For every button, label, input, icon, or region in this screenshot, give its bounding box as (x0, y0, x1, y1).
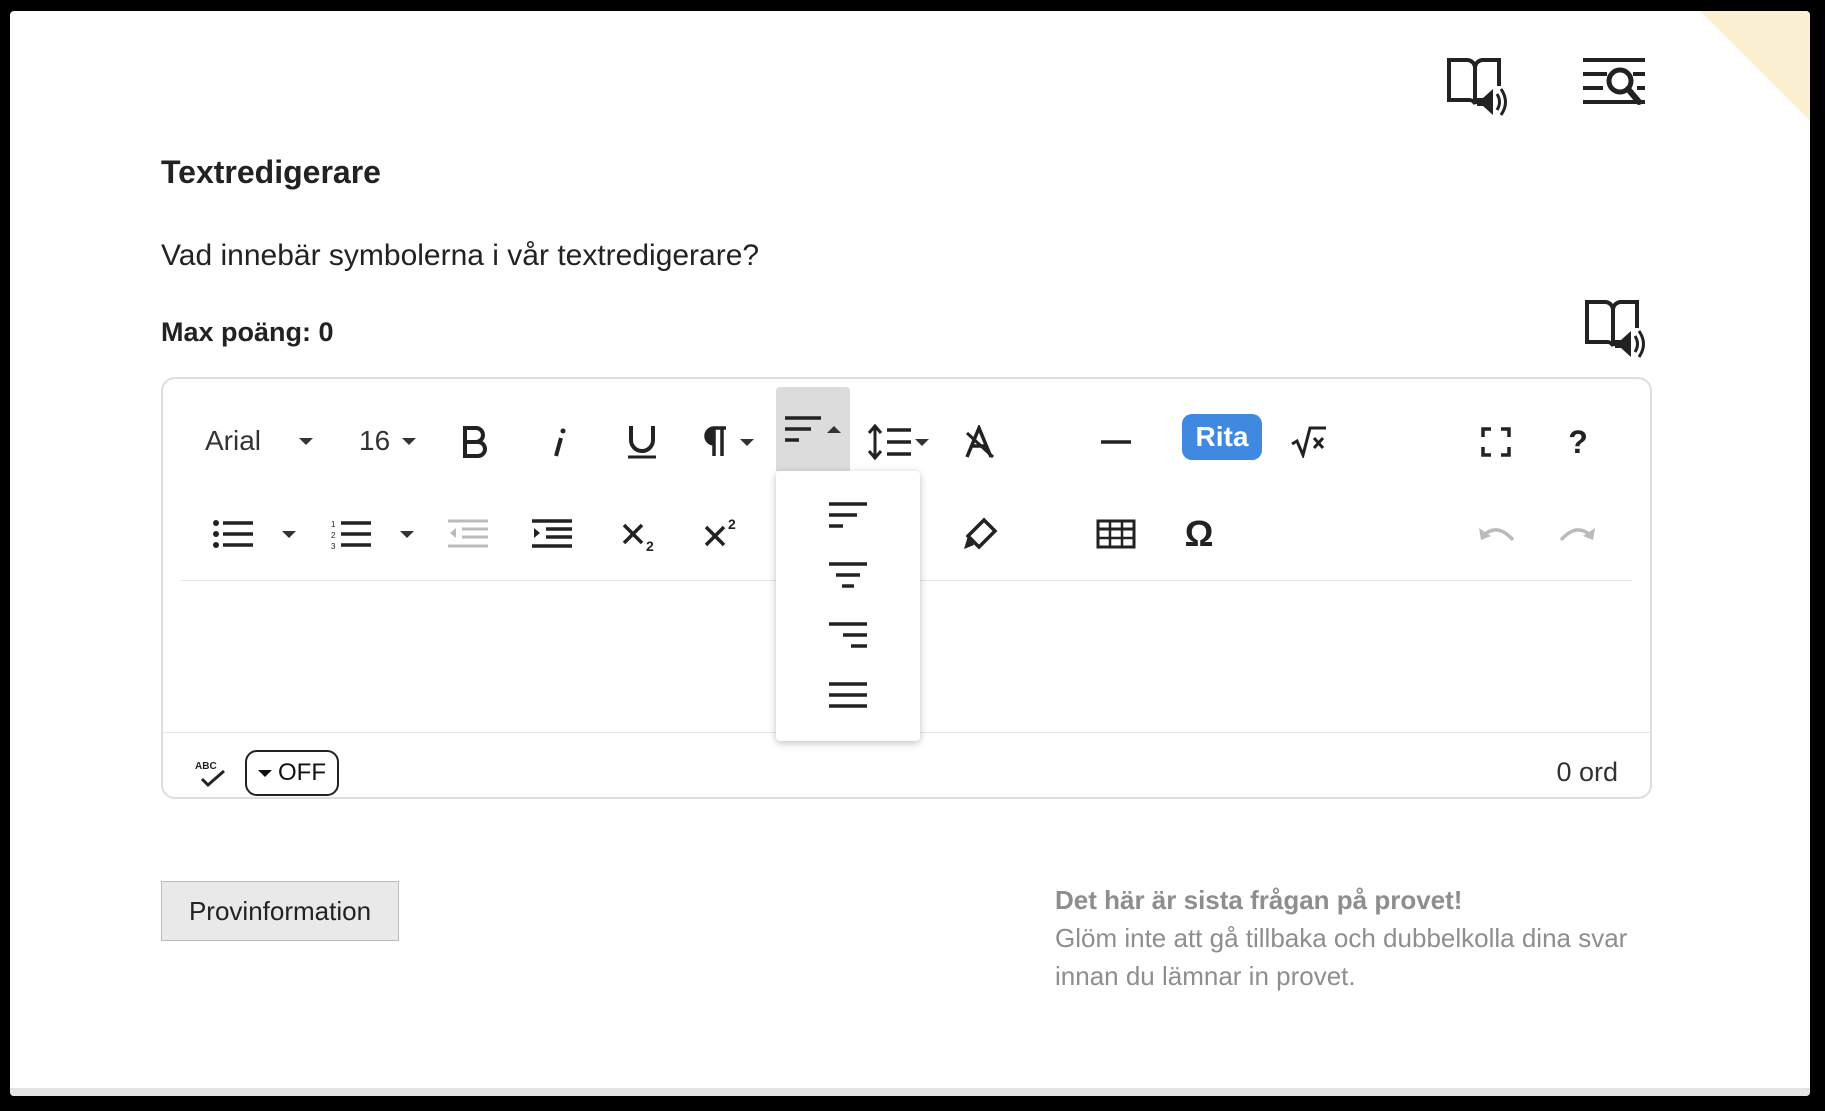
question-title: Textredigerare (161, 154, 381, 190)
text-editor: Arial 16 Rita ? 1 2 3 2 2 Ω ABC OFF 0 or… (161, 377, 1652, 799)
undo-icon (1479, 528, 1515, 542)
subscript-button[interactable]: 2 (613, 507, 667, 561)
exam-info-button[interactable]: Provinformation (161, 881, 399, 941)
font-size-select[interactable]: 16 (359, 415, 429, 467)
svg-text:ABC: ABC (195, 761, 217, 772)
italic-icon (554, 428, 566, 457)
numbered-list-options[interactable] (393, 507, 421, 561)
indent-icon (532, 519, 572, 548)
chevron-down-icon (299, 437, 314, 445)
clear-formatting-button[interactable] (953, 415, 1007, 469)
line-height-button[interactable] (863, 415, 933, 469)
special-characters-button[interactable]: Ω (1172, 507, 1226, 561)
listen-page-button[interactable] (1440, 51, 1512, 123)
outdent-button[interactable] (441, 507, 495, 561)
svg-text:1: 1 (331, 520, 336, 529)
math-formula-button[interactable] (1282, 415, 1336, 469)
chevron-down-icon (915, 438, 929, 446)
horizontal-line-icon (1101, 440, 1131, 444)
bold-button[interactable] (448, 415, 502, 469)
listen-question-button[interactable] (1578, 293, 1650, 365)
numbered-list-button[interactable]: 1 2 3 (319, 507, 383, 561)
font-size-value: 16 (359, 425, 391, 456)
text-search-icon (1583, 58, 1645, 105)
page-bottom-edge (10, 1088, 1810, 1096)
superscript-button[interactable]: 2 (695, 507, 749, 561)
bullet-list-options[interactable] (275, 507, 303, 561)
align-center-option[interactable] (776, 547, 920, 603)
rita-button[interactable]: Rita (1182, 414, 1262, 460)
chevron-down-icon (402, 437, 417, 445)
spellcheck-state: OFF (278, 759, 326, 786)
last-question-note: Det här är sista frågan på provet! Glöm … (1055, 881, 1675, 995)
indent-button[interactable] (525, 507, 579, 561)
spellcheck-toggle[interactable]: OFF (245, 750, 339, 796)
exam-page: Textredigerare Vad innebär symbolerna i … (10, 11, 1810, 1096)
highlighter-icon (964, 517, 998, 550)
superscript-icon: 2 (704, 517, 736, 547)
chevron-down-icon (258, 769, 272, 777)
undo-button[interactable] (1469, 507, 1523, 561)
font-family-value: Arial (205, 425, 262, 456)
paragraph-icon (704, 426, 726, 456)
max-points: Max poäng: 0 (161, 317, 334, 347)
align-left-option[interactable] (776, 487, 920, 543)
align-justify-option[interactable] (776, 667, 920, 723)
bullet-list-button[interactable] (201, 507, 265, 561)
svg-text:3: 3 (331, 542, 336, 549)
spellcheck-icon: ABC (191, 751, 231, 795)
bullet-list-icon (213, 520, 253, 548)
note-title: Det här är sista frågan på provet! (1055, 885, 1463, 915)
align-center-icon (829, 562, 867, 588)
horizontal-line-button[interactable] (1089, 415, 1143, 469)
underline-button[interactable] (615, 415, 669, 469)
fullscreen-button[interactable] (1469, 415, 1523, 469)
align-justify-icon (829, 682, 867, 708)
insert-table-button[interactable] (1089, 507, 1143, 561)
highlight-button[interactable] (953, 507, 1007, 561)
redo-button[interactable] (1551, 507, 1605, 561)
chevron-up-icon (827, 425, 841, 433)
bold-icon (463, 426, 487, 458)
fullscreen-icon (1481, 427, 1511, 457)
clear-format-icon (965, 425, 995, 459)
align-right-icon (829, 622, 867, 648)
subscript-icon: 2 (622, 523, 654, 551)
numbered-list-icon: 1 2 3 (331, 520, 371, 549)
book-speaker-icon (1447, 58, 1507, 116)
note-text: Glöm inte att gå tillbaka och dubbelkoll… (1055, 923, 1628, 991)
outdent-icon (448, 519, 488, 548)
align-left-icon (829, 502, 867, 528)
italic-button[interactable] (531, 415, 585, 469)
font-family-select[interactable]: Arial (205, 415, 335, 467)
align-left-icon (785, 416, 821, 442)
svg-text:2: 2 (728, 517, 736, 532)
chevron-down-icon (400, 530, 414, 538)
text-search-button[interactable] (1578, 51, 1650, 123)
square-root-icon (1291, 426, 1326, 458)
redo-icon (1559, 528, 1595, 542)
underline-icon (628, 426, 656, 459)
paragraph-format-button[interactable] (693, 415, 763, 469)
table-icon (1096, 519, 1136, 549)
align-right-option[interactable] (776, 607, 920, 663)
page-corner-fold (1700, 11, 1810, 121)
align-dropdown (776, 471, 920, 741)
svg-text:2: 2 (646, 538, 654, 551)
question-text: Vad innebär symbolerna i vår textrediger… (161, 239, 760, 272)
word-count: 0 ord (1556, 757, 1618, 787)
book-speaker-icon (1585, 300, 1645, 358)
line-height-icon (867, 424, 911, 460)
chevron-down-icon (740, 438, 754, 446)
svg-text:2: 2 (331, 531, 336, 540)
align-button[interactable] (776, 387, 850, 471)
chevron-down-icon (282, 530, 296, 538)
help-button[interactable]: ? (1551, 415, 1605, 469)
